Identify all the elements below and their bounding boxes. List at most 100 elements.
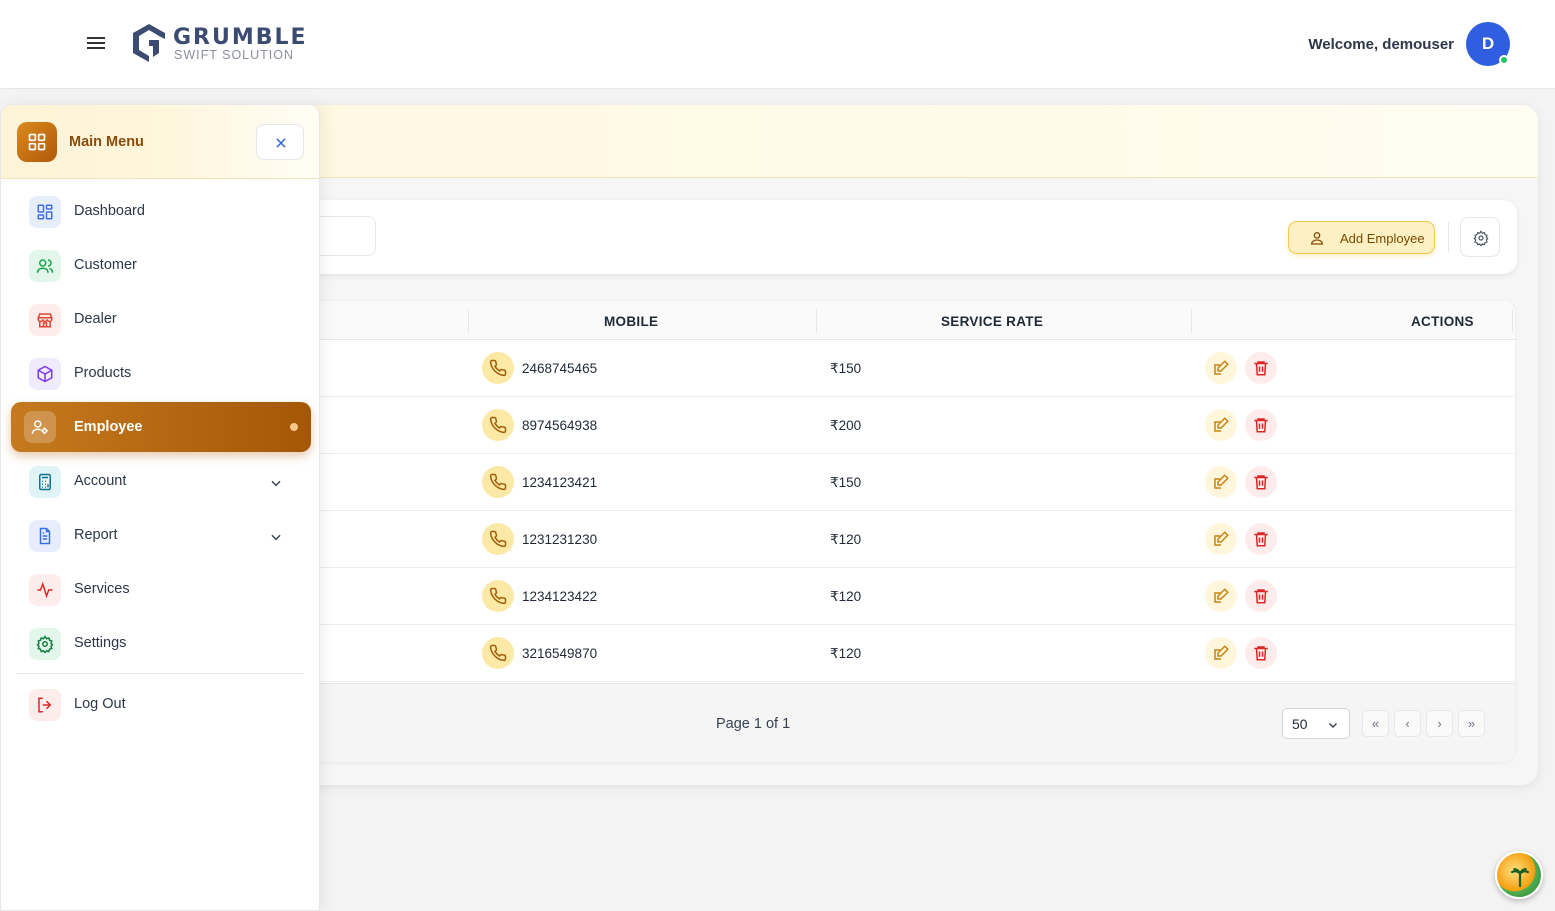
table-row[interactable]: 1234123421 ₹150 [300, 454, 1515, 511]
sidebar-item-services[interactable]: Services [11, 564, 311, 614]
close-sidebar-button[interactable] [256, 124, 304, 160]
table-row[interactable]: 2468745465 ₹150 [300, 340, 1515, 397]
sidebar-item-label: Report [74, 527, 118, 543]
prev-page-button[interactable]: ‹ [1394, 710, 1421, 737]
page-info: Page 1 of 1 [716, 716, 791, 732]
grid-icon [29, 196, 61, 228]
gear-icon [1473, 230, 1489, 246]
delete-button[interactable] [1245, 352, 1277, 384]
edit-icon [1214, 588, 1229, 603]
sidebar-item-employee[interactable]: Employee [11, 402, 311, 452]
calculator-icon [29, 466, 61, 498]
column-separator [1512, 309, 1513, 333]
delete-button[interactable] [1245, 466, 1277, 498]
edit-button[interactable] [1205, 523, 1237, 555]
sidebar-item-label: Products [74, 365, 132, 381]
mobile-cell: 3216549870 [522, 646, 598, 661]
main-content-card: Add Employee MOBILE SERVICE RATE ACTIONS… [300, 105, 1538, 785]
gear-icon [29, 628, 61, 660]
sidebar-divider [17, 673, 303, 674]
user-cog-icon [24, 411, 56, 443]
content-header-banner [300, 105, 1538, 178]
sidebar-item-customer[interactable]: Customer [11, 240, 311, 290]
delete-button[interactable] [1245, 409, 1277, 441]
phone-icon [482, 637, 514, 669]
sidebar-item-dashboard[interactable]: Dashboard [11, 186, 311, 236]
service-rate-cell: ₹120 [830, 589, 862, 604]
delete-button[interactable] [1245, 637, 1277, 669]
trash-icon [1254, 646, 1268, 661]
user-icon [1310, 232, 1324, 245]
edit-button[interactable] [1205, 409, 1237, 441]
sidebar-item-label: Services [74, 581, 130, 597]
online-status-dot [1499, 55, 1509, 65]
add-employee-button[interactable]: Add Employee [1288, 221, 1435, 254]
table-row[interactable]: 1234123422 ₹120 [300, 568, 1515, 625]
mobile-cell: 2468745465 [522, 361, 598, 376]
floating-widget-button[interactable] [1495, 851, 1543, 899]
table-pagination: Page 1 of 1 50 « ‹ › » [300, 683, 1515, 762]
column-separator [816, 309, 817, 333]
edit-button[interactable] [1205, 637, 1237, 669]
store-icon [29, 304, 61, 336]
logout-label: Log Out [74, 696, 126, 712]
sidebar-menu: Main Menu Dashboard Customer Dealer Prod… [0, 104, 320, 911]
sidebar-item-label: Employee [74, 419, 143, 435]
sidebar-item-label: Dealer [74, 311, 117, 327]
edit-button[interactable] [1205, 580, 1237, 612]
toolbar-divider [1448, 222, 1449, 252]
logo-subtitle: SWIFT SOLUTION [174, 48, 295, 62]
service-rate-cell: ₹120 [830, 646, 862, 661]
phone-icon [482, 466, 514, 498]
phone-icon [482, 580, 514, 612]
file-icon [29, 520, 61, 552]
column-separator [468, 309, 469, 333]
page-size-value: 50 [1292, 716, 1308, 732]
last-page-button[interactable]: » [1458, 710, 1485, 737]
trash-icon [1254, 589, 1268, 604]
service-rate-cell: ₹200 [830, 418, 862, 433]
next-page-button[interactable]: › [1426, 710, 1453, 737]
edit-button[interactable] [1205, 466, 1237, 498]
table-row[interactable]: 1231231230 ₹120 [300, 511, 1515, 568]
trash-icon [1254, 532, 1268, 547]
delete-button[interactable] [1245, 523, 1277, 555]
sidebar-item-dealer[interactable]: Dealer [11, 294, 311, 344]
table-row[interactable]: 3216549870 ₹120 [300, 625, 1515, 682]
logo-mark-icon [133, 24, 165, 62]
sidebar-item-report[interactable]: Report [11, 510, 311, 560]
sidebar-header: Main Menu [1, 105, 319, 179]
close-icon [276, 138, 286, 148]
column-header-service-rate[interactable]: SERVICE RATE [941, 314, 1043, 329]
sidebar-item-settings[interactable]: Settings [11, 618, 311, 668]
welcome-text: Welcome, demouser [1308, 36, 1454, 53]
first-page-button[interactable]: « [1362, 710, 1389, 737]
palm-tree-icon [1510, 868, 1530, 887]
mobile-cell: 1234123422 [522, 589, 598, 604]
page-size-select[interactable]: 50 [1282, 708, 1350, 739]
table-settings-button[interactable] [1460, 217, 1500, 257]
table-row[interactable]: 8974564938 ₹200 [300, 397, 1515, 454]
add-employee-label: Add Employee [1340, 231, 1425, 246]
column-header-mobile[interactable]: MOBILE [604, 314, 658, 329]
employee-table: MOBILE SERVICE RATE ACTIONS 2468745465 ₹… [300, 301, 1515, 762]
service-rate-cell: ₹150 [830, 361, 862, 376]
logout-button[interactable]: Log Out [11, 679, 311, 729]
chevron-down-icon[interactable] [269, 530, 283, 544]
delete-button[interactable] [1245, 580, 1277, 612]
edit-button[interactable] [1205, 352, 1237, 384]
chevron-down-icon [1328, 722, 1338, 729]
trash-icon [1254, 475, 1268, 490]
service-rate-cell: ₹120 [830, 532, 862, 547]
sidebar-item-label: Settings [74, 635, 127, 651]
edit-icon [1214, 645, 1229, 660]
chevron-down-icon[interactable] [269, 476, 283, 490]
logo-title: GRUMBLE [173, 25, 308, 50]
brand-logo[interactable]: GRUMBLE SWIFT SOLUTION [130, 22, 340, 66]
hamburger-menu-icon[interactable] [84, 34, 108, 54]
trash-icon [1254, 418, 1268, 433]
sidebar-item-products[interactable]: Products [11, 348, 311, 398]
sidebar-item-account[interactable]: Account [11, 456, 311, 506]
table-toolbar: Add Employee [300, 200, 1517, 274]
phone-icon [482, 352, 514, 384]
